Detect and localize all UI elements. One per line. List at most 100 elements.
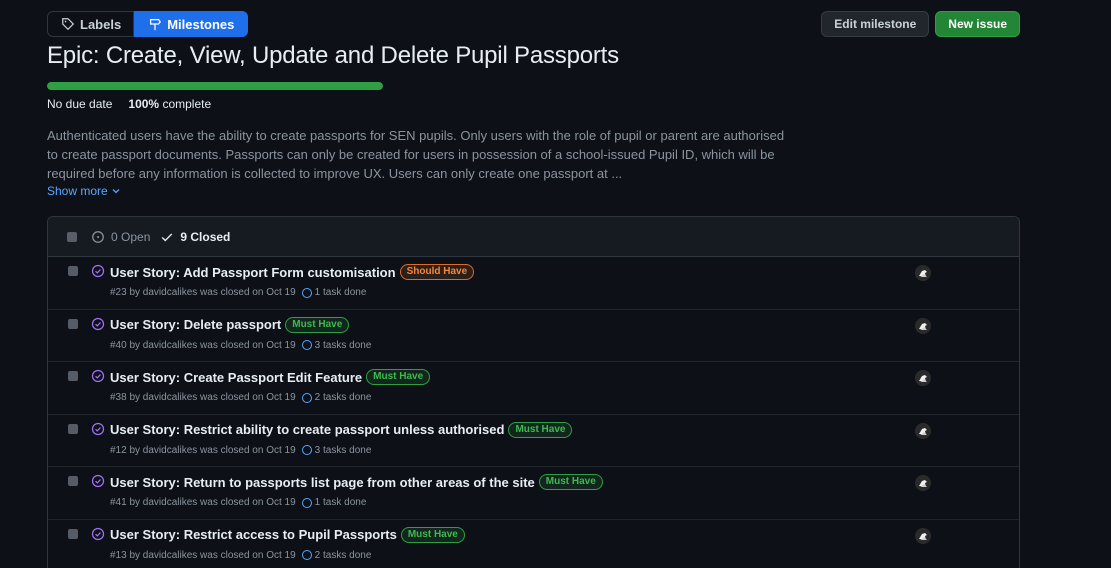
issue-byline: #38 by davidcalikes was closed on Oct 19 [110, 392, 296, 403]
issue-closed-icon [91, 370, 105, 383]
issue-meta: #13 by davidcalikes was closed on Oct 19… [110, 550, 371, 561]
issue-title-link[interactable]: User Story: Add Passport Form customisat… [110, 265, 396, 280]
select-all-checkbox[interactable] [67, 231, 77, 242]
milestone-meta: No due date 100% complete [47, 97, 211, 111]
issue-byline: #12 by davidcalikes was closed on Oct 19 [110, 445, 296, 456]
issue-title-line: User Story: Delete passport Must Have [110, 316, 350, 333]
task-progress: 3 tasks done [301, 340, 371, 351]
task-count: 3 tasks done [314, 444, 372, 456]
completion-suffix: complete [162, 97, 212, 111]
issue-closed-icon [91, 527, 105, 541]
issue-number[interactable]: #40 [110, 340, 127, 351]
task-progress-icon [301, 392, 312, 403]
open-count: 0 Open [111, 229, 151, 244]
closed-filter[interactable]: 9 Closed [160, 230, 230, 244]
issue-number[interactable]: #13 [110, 550, 127, 561]
milestones-tab-label: Milestones [167, 16, 235, 32]
avatar-image [915, 527, 931, 544]
issue-row[interactable]: User Story: Return to passports list pag… [48, 467, 1019, 520]
issue-meta: #41 by davidcalikes was closed on Oct 19… [110, 497, 366, 508]
assignee-avatar[interactable] [915, 527, 931, 544]
issue-closed-info: by davidcalikes was closed on Oct 19 [129, 444, 296, 456]
issue-label[interactable]: Must Have [400, 526, 465, 543]
issue-closed-icon [91, 264, 105, 278]
new-issue-button[interactable]: New issue [935, 11, 1020, 37]
issue-meta: #12 by davidcalikes was closed on Oct 19… [110, 445, 371, 456]
avatar-image [915, 475, 931, 492]
task-count: 2 tasks done [314, 549, 372, 561]
tag-icon [62, 18, 75, 31]
issue-title-link[interactable]: User Story: Restrict ability to create p… [110, 422, 504, 437]
check-icon [162, 232, 173, 241]
issue-byline: #23 by davidcalikes was closed on Oct 19 [110, 287, 296, 298]
task-progress-icon [301, 497, 312, 508]
completion-percent: 100% [128, 97, 160, 111]
issue-closed-info: by davidcalikes was closed on Oct 19 [129, 392, 296, 404]
issue-title-link[interactable]: User Story: Restrict access to Pupil Pas… [110, 527, 397, 542]
issue-row[interactable]: User Story: Restrict access to Pupil Pas… [48, 520, 1019, 568]
assignee-avatar[interactable] [915, 475, 931, 492]
issue-row[interactable]: User Story: Add Passport Form customisat… [48, 257, 1019, 310]
edit-milestone-button[interactable]: Edit milestone [821, 11, 930, 37]
task-progress: 2 tasks done [301, 549, 372, 561]
issue-byline: #41 by davidcalikes was closed on Oct 19 [110, 497, 296, 508]
open-filter[interactable]: 0 Open [91, 230, 150, 244]
issue-title-link[interactable]: User Story: Return to passports list pag… [110, 475, 535, 490]
issue-closed-icon [91, 475, 105, 488]
due-date: No due date [47, 97, 113, 111]
task-count: 1 task done [314, 287, 367, 298]
issue-checkbox[interactable] [68, 423, 78, 434]
closed-count: 9 Closed [180, 229, 231, 244]
milestone-description: Authenticated users have the ability to … [47, 128, 785, 181]
issue-row[interactable]: User Story: Restrict ability to create p… [48, 415, 1019, 468]
issue-opened-icon [92, 230, 104, 243]
issue-label[interactable]: Must Have [538, 474, 603, 491]
issue-title-line: User Story: Add Passport Form customisat… [110, 264, 475, 280]
issues-list-header: 0 Open 9 Closed [48, 217, 1019, 257]
milestones-tab[interactable]: Milestones [134, 11, 249, 37]
labels-tab[interactable]: Labels [47, 11, 135, 37]
task-count: 1 task done [314, 497, 367, 509]
assignee-avatar[interactable] [915, 317, 931, 334]
issues-list: 0 Open 9 Closed User Story: Add Passport… [47, 216, 1020, 568]
issue-title-line: User Story: Return to passports list pag… [110, 474, 603, 491]
milestone-title: Epic: Create, View, Update and Delete Pu… [47, 42, 619, 69]
avatar-image [915, 317, 931, 334]
assignee-avatar[interactable] [915, 422, 931, 439]
issue-closed-icon [91, 422, 105, 435]
labels-tab-label: Labels [80, 16, 122, 32]
issue-number[interactable]: #38 [110, 392, 127, 403]
issue-label[interactable]: Should Have [399, 264, 475, 280]
show-more-label: Show more [47, 184, 108, 198]
issue-row[interactable]: User Story: Delete passport Must Have #4… [48, 310, 1019, 363]
issue-checkbox[interactable] [68, 318, 78, 329]
assignee-avatar[interactable] [915, 265, 931, 281]
issue-number[interactable]: #23 [110, 287, 127, 298]
issue-label[interactable]: Must Have [508, 421, 573, 438]
issue-row[interactable]: User Story: Create Passport Edit Feature… [48, 362, 1019, 415]
task-progress-icon [301, 340, 312, 351]
issue-title-link[interactable]: User Story: Create Passport Edit Feature [110, 370, 362, 385]
issue-meta: #23 by davidcalikes was closed on Oct 19… [110, 287, 366, 298]
issue-number[interactable]: #41 [110, 497, 127, 508]
issue-rows: User Story: Add Passport Form customisat… [48, 257, 1019, 568]
issue-number[interactable]: #12 [110, 445, 127, 456]
issue-checkbox[interactable] [68, 528, 78, 539]
issue-title-line: User Story: Restrict ability to create p… [110, 421, 573, 438]
issue-checkbox[interactable] [68, 476, 78, 487]
issue-closed-info: by davidcalikes was closed on Oct 19 [129, 287, 296, 298]
show-more-link[interactable]: Show more [47, 184, 121, 198]
issue-state-filters: 0 Open 9 Closed [91, 230, 230, 244]
issue-closed-info: by davidcalikes was closed on Oct 19 [129, 497, 296, 509]
assignee-avatar[interactable] [915, 370, 931, 387]
issue-checkbox[interactable] [68, 371, 78, 382]
milestone-progress-bar [47, 82, 383, 90]
issue-label[interactable]: Must Have [366, 369, 431, 386]
task-count: 2 tasks done [314, 392, 372, 404]
issue-label[interactable]: Must Have [285, 316, 350, 333]
issue-title-link[interactable]: User Story: Delete passport [110, 317, 281, 332]
milestone-icon [150, 19, 162, 31]
issue-title-line: User Story: Create Passport Edit Feature… [110, 369, 431, 386]
issue-checkbox[interactable] [68, 266, 78, 276]
task-progress: 1 task done [301, 287, 367, 298]
